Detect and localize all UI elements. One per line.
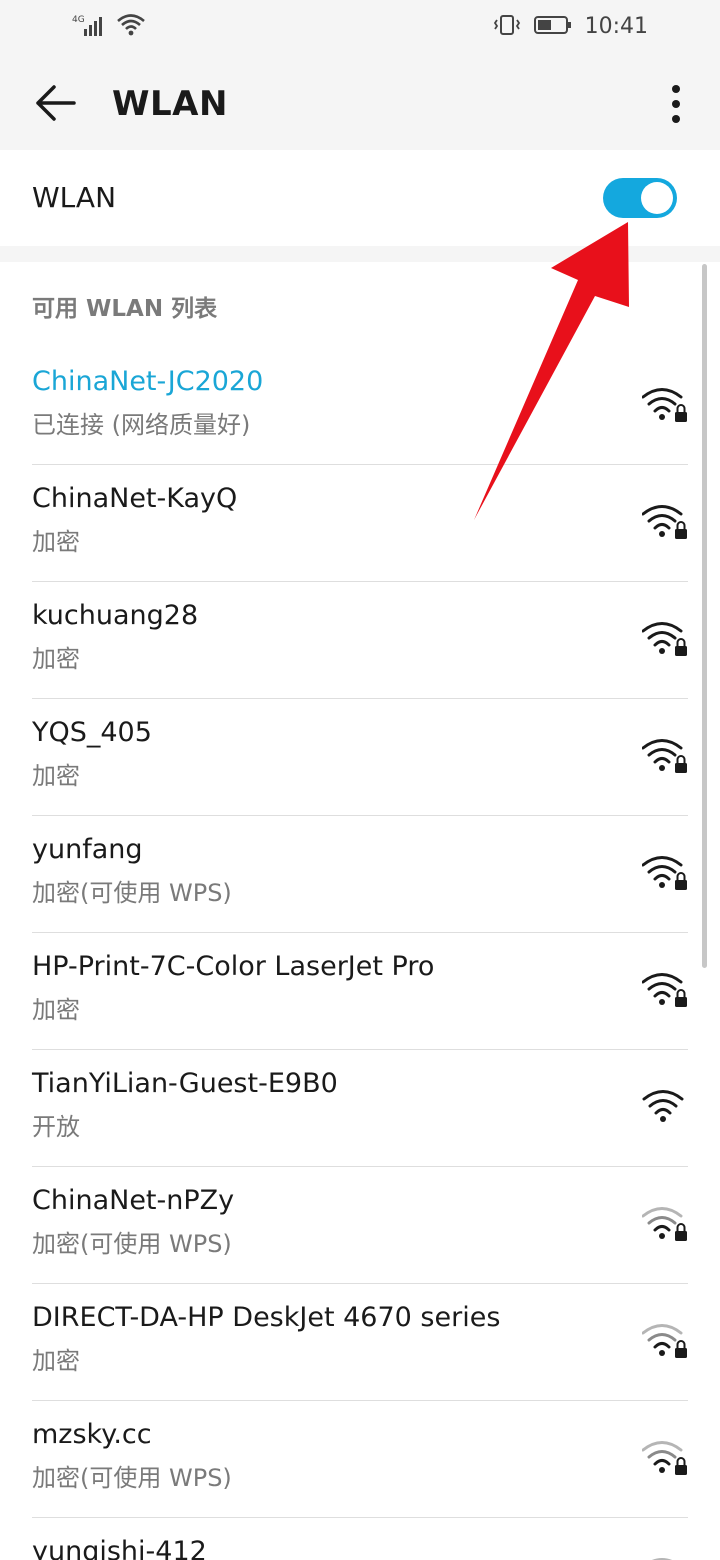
network-status: 加密 (32, 762, 80, 790)
network-status: 加密 (32, 1347, 80, 1375)
network-name: ChinaNet-KayQ (32, 483, 238, 514)
network-item[interactable]: HP-Print-7C-Color LaserJet Pro 加密 (0, 933, 720, 1050)
switch-knob (641, 182, 673, 214)
network-status: 开放 (32, 1113, 80, 1141)
network-status: 加密(可使用 WPS) (32, 879, 232, 907)
wlan-switch[interactable] (603, 178, 677, 218)
network-item[interactable]: ChinaNet-KayQ 加密 (0, 465, 720, 582)
network-name: HP-Print-7C-Color LaserJet Pro (32, 951, 435, 982)
network-name: ChinaNet-nPZy (32, 1185, 235, 1216)
network-status: 加密 (32, 996, 80, 1024)
cellular-signal-icon: 4G (72, 12, 106, 42)
available-networks-card: 可用 WLAN 列表 ChinaNet-JC2020 已连接 (网络质量好) Chi… (0, 262, 720, 1560)
network-status: 加密 (32, 645, 80, 673)
network-item[interactable]: ChinaNet-nPZy 加密(可使用 WPS) (0, 1167, 720, 1284)
network-name: DIRECT-DA-HP DeskJet 4670 series (32, 1302, 501, 1333)
vibrate-icon (493, 12, 521, 42)
wifi-status-icon (116, 12, 146, 42)
network-item[interactable]: TianYiLian-Guest-E9B0 开放 (0, 1050, 720, 1167)
network-item[interactable]: DIRECT-DA-HP DeskJet 4670 series 加密 (0, 1284, 720, 1401)
network-item[interactable]: kuchuang28 加密 (0, 582, 720, 699)
network-item[interactable]: yunqishi-412 (0, 1518, 720, 1560)
network-name: kuchuang28 (32, 600, 199, 631)
back-arrow-icon (36, 85, 76, 121)
back-button[interactable] (30, 80, 80, 126)
status-bar: 4G 10:41 (0, 0, 720, 56)
network-item[interactable]: ChinaNet-JC2020 已连接 (网络质量好) (0, 348, 720, 465)
network-status: 已连接 (网络质量好) (32, 411, 251, 439)
network-name: mzsky.cc (32, 1419, 152, 1450)
network-item[interactable]: yunfang 加密(可使用 WPS) (0, 816, 720, 933)
network-item[interactable]: mzsky.cc 加密(可使用 WPS) (0, 1401, 720, 1518)
status-right: 10:41 (493, 12, 648, 42)
page-title: WLAN (112, 84, 228, 124)
app-bar: WLAN (0, 56, 720, 150)
network-name: yunfang (32, 834, 143, 865)
network-name: yunqishi-412 (32, 1536, 207, 1560)
status-time: 10:41 (584, 14, 648, 39)
network-name: ChinaNet-JC2020 (32, 366, 264, 397)
svg-text:4G: 4G (72, 15, 85, 25)
network-status: 加密(可使用 WPS) (32, 1230, 232, 1258)
section-title: 可用 WLAN 列表 (32, 296, 218, 322)
scrollbar[interactable] (702, 264, 707, 968)
battery-icon (533, 12, 573, 42)
network-status: 加密(可使用 WPS) (32, 1464, 232, 1492)
network-name: TianYiLian-Guest-E9B0 (32, 1068, 338, 1099)
wlan-toggle-label: WLAN (32, 181, 117, 214)
more-options-button[interactable] (656, 80, 696, 128)
network-status: 加密 (32, 528, 80, 556)
network-item[interactable]: YQS_405 加密 (0, 699, 720, 816)
network-list: ChinaNet-JC2020 已连接 (网络质量好) ChinaNet-KayQ 加… (0, 348, 720, 1560)
more-vert-icon (672, 85, 680, 123)
network-name: YQS_405 (32, 717, 152, 748)
status-left: 4G (72, 12, 146, 42)
